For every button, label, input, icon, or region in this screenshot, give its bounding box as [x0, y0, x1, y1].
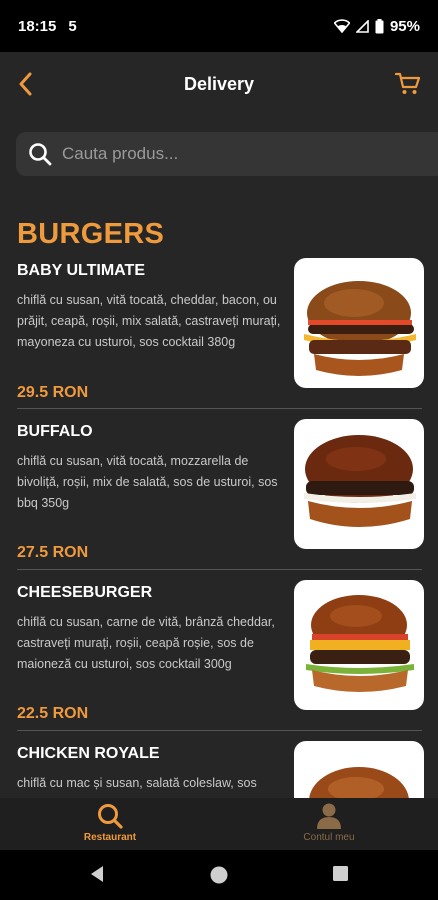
burger-image: [304, 435, 416, 527]
nav-recents-icon[interactable]: [332, 865, 349, 882]
search-icon: [98, 804, 123, 829]
product-image[interactable]: [294, 419, 424, 549]
search-input[interactable]: [62, 144, 362, 164]
product-description: chiflă cu susan, carne de vită, brânză c…: [17, 615, 275, 671]
divider: [17, 730, 422, 731]
cart-icon: [395, 72, 421, 94]
search-bar[interactable]: [16, 132, 438, 176]
tab-label: Restaurant: [83, 832, 137, 843]
product-item[interactable]: BABY ULTIMATE chiflă cu susan, vită toca…: [0, 258, 438, 423]
status-bar: 18:15 5 95%: [0, 0, 438, 52]
product-image[interactable]: [294, 741, 424, 798]
wifi-icon: [333, 19, 350, 33]
product-item[interactable]: BUFFALO chiflă cu susan, vită tocată, mo…: [0, 419, 438, 584]
battery-level: 95%: [389, 17, 420, 35]
product-description: chiflă cu mac și susan, salată coleslaw,…: [17, 776, 257, 790]
system-nav-bar: [0, 850, 438, 900]
product-name: BUFFALO: [17, 423, 93, 440]
product-name: CHICKEN ROYALE: [17, 745, 160, 762]
top-app-bar: Delivery: [0, 52, 438, 116]
carrier-icon: 5: [68, 17, 77, 35]
tab-account[interactable]: Contul meu: [274, 798, 384, 850]
user-icon: [317, 803, 341, 829]
burger-image: [309, 767, 409, 798]
product-price: 27.5 RON: [17, 544, 89, 561]
cart-button[interactable]: [390, 66, 426, 102]
product-price: 29.5 RON: [17, 384, 89, 401]
nav-home-icon[interactable]: [209, 865, 229, 885]
category-title: BURGERS: [17, 218, 165, 250]
product-name: BABY ULTIMATE: [17, 262, 145, 279]
product-item[interactable]: CHEESEBURGER chiflă cu susan, carne de v…: [0, 580, 438, 745]
divider: [17, 569, 422, 570]
bottom-tab-bar: Restaurant Contul meu: [0, 798, 438, 850]
divider: [17, 408, 422, 409]
app-screen: Delivery BURGERS BABY ULTIMATE chiflă cu…: [0, 52, 438, 798]
product-image[interactable]: [294, 258, 424, 388]
product-item[interactable]: CHICKEN ROYALE chiflă cu mac și susan, s…: [0, 741, 438, 798]
search-icon: [29, 143, 52, 166]
back-button[interactable]: [8, 66, 44, 102]
status-time: 18:15: [18, 17, 57, 35]
product-name: CHEESEBURGER: [17, 584, 153, 601]
battery-icon: [375, 18, 384, 33]
product-price: 22.5 RON: [17, 705, 89, 722]
signal-icon: [355, 19, 369, 33]
tab-restaurant[interactable]: Restaurant: [55, 798, 165, 850]
product-image[interactable]: [294, 580, 424, 710]
nav-back-icon[interactable]: [88, 865, 106, 883]
burger-image: [304, 281, 416, 376]
page-title: Delivery: [183, 73, 255, 94]
product-description: chiflă cu susan, vită tocată, cheddar, b…: [17, 293, 281, 349]
tab-label: Contul meu: [303, 832, 355, 843]
product-description: chiflă cu susan, vită tocată, mozzarella…: [17, 454, 278, 510]
burger-image: [306, 595, 414, 692]
back-icon: [19, 72, 32, 96]
